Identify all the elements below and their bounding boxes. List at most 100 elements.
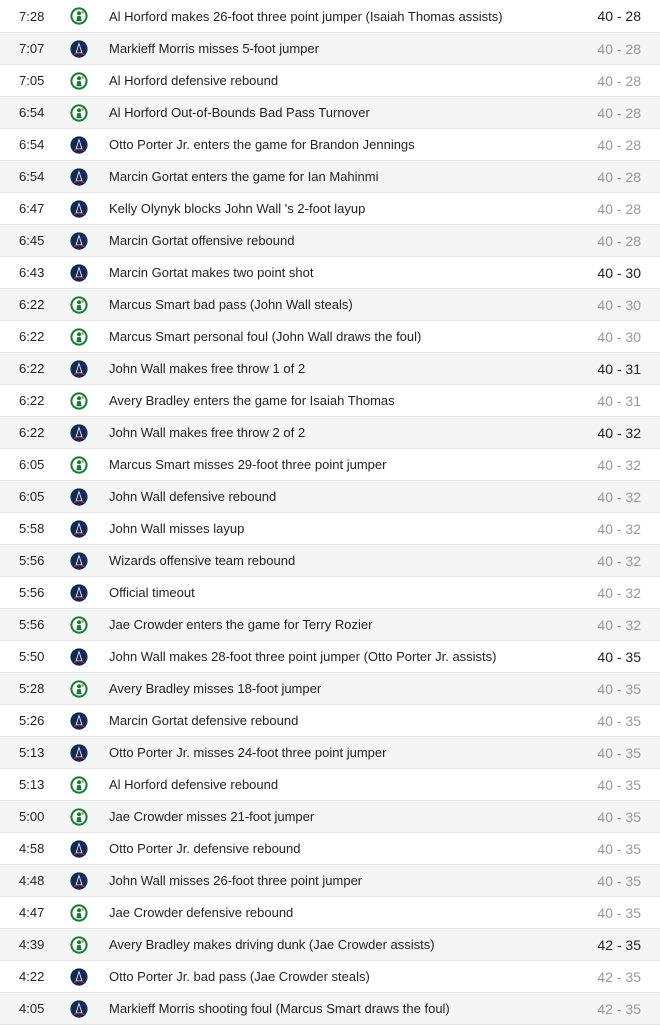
celtics-logo-icon — [70, 679, 88, 698]
wizards-logo-icon — [70, 743, 88, 762]
play-description: Markieff Morris misses 5-foot jumper — [109, 41, 319, 56]
play-row: 5:56 Official timeout 40 - 32 — [0, 577, 660, 609]
play-description: Otto Porter Jr. misses 24-foot three poi… — [109, 745, 387, 760]
play-score: 42 - 35 — [597, 936, 641, 953]
play-description: Otto Porter Jr. defensive rebound — [109, 841, 301, 856]
play-row: 5:26 Marcin Gortat defensive rebound 40 - … — [0, 705, 660, 737]
celtics-logo-icon — [70, 295, 88, 314]
play-description: Al Horford defensive rebound — [109, 73, 279, 88]
play-time: 5:56 — [19, 553, 45, 568]
wizards-logo-icon — [70, 583, 88, 602]
play-score: 40 - 32 — [597, 584, 641, 601]
play-description: Official timeout — [109, 585, 195, 600]
play-score: 40 - 32 — [597, 424, 641, 441]
play-description: John Wall makes free throw 2 of 2 — [109, 425, 306, 440]
play-time: 4:48 — [19, 873, 45, 888]
play-row: 7:05 Al Horford defensive rebound 40 - 28 — [0, 65, 660, 97]
wizards-logo-icon — [70, 263, 88, 282]
play-row: 5:00 Jae Crowder misses 21-foot jumper 40 … — [0, 801, 660, 833]
celtics-logo-icon — [70, 327, 88, 346]
play-description: John Wall misses layup — [109, 521, 245, 536]
play-time: 6:47 — [19, 201, 45, 216]
play-time: 6:54 — [19, 137, 45, 152]
play-score: 40 - 30 — [597, 264, 641, 281]
play-row: 5:50 John Wall makes 28-foot three point … — [0, 641, 660, 673]
play-description: Avery Bradley makes driving dunk (Jae Cr… — [109, 937, 435, 952]
play-description: Marcin Gortat makes two point shot — [109, 265, 314, 280]
play-row: 4:05 Markieff Morris shooting foul (Marcu… — [0, 993, 660, 1025]
play-score: 40 - 32 — [597, 456, 641, 473]
play-score: 40 - 32 — [597, 616, 641, 633]
wizards-logo-icon — [70, 839, 88, 858]
play-row: 5:56 Wizards offensive team rebound 40 - 3… — [0, 545, 660, 577]
play-time: 6:45 — [19, 233, 45, 248]
wizards-logo-icon — [70, 551, 88, 570]
wizards-logo-icon — [70, 999, 88, 1018]
play-score: 40 - 35 — [597, 712, 641, 729]
play-time: 7:05 — [19, 73, 45, 88]
play-row: 6:22 Avery Bradley enters the game for Is… — [0, 385, 660, 417]
play-score: 40 - 28 — [597, 168, 641, 185]
play-row: 6:22 John Wall makes free throw 1 of 2 40 … — [0, 353, 660, 385]
play-time: 5:58 — [19, 521, 45, 536]
play-time: 5:13 — [19, 777, 45, 792]
celtics-logo-icon — [70, 775, 88, 794]
play-row: 4:58 Otto Porter Jr. defensive rebound 40 … — [0, 833, 660, 865]
wizards-logo-icon — [70, 487, 88, 506]
play-time: 6:05 — [19, 457, 45, 472]
play-by-play-list: 7:28 Al Horford makes 26-foot three point… — [0, 0, 660, 1025]
play-score: 40 - 28 — [597, 136, 641, 153]
play-score: 40 - 28 — [597, 40, 641, 57]
play-description: John Wall misses 26-foot three point jum… — [109, 873, 363, 888]
play-time: 5:00 — [19, 809, 45, 824]
play-score: 40 - 35 — [597, 840, 641, 857]
wizards-logo-icon — [70, 167, 88, 186]
play-row: 7:28 Al Horford makes 26-foot three point… — [0, 0, 660, 33]
celtics-logo-icon — [70, 103, 88, 122]
wizards-logo-icon — [70, 423, 88, 442]
wizards-logo-icon — [70, 231, 88, 250]
play-row: 6:45 Marcin Gortat offensive rebound 40 - … — [0, 225, 660, 257]
play-description: John Wall makes free throw 1 of 2 — [109, 361, 306, 376]
play-score: 40 - 30 — [597, 328, 641, 345]
play-time: 4:39 — [19, 937, 45, 952]
play-description: Wizards offensive team rebound — [109, 553, 296, 568]
play-description: Kelly Olynyk blocks John Wall 's 2-foot … — [109, 201, 366, 216]
play-time: 4:22 — [19, 969, 45, 984]
play-time: 5:13 — [19, 745, 45, 760]
play-score: 40 - 28 — [597, 8, 641, 24]
play-score: 40 - 35 — [597, 808, 641, 825]
play-score: 40 - 28 — [597, 232, 641, 249]
play-time: 6:22 — [19, 361, 45, 376]
play-row: 6:43 Marcin Gortat makes two point shot 40… — [0, 257, 660, 289]
play-row: 5:56 Jae Crowder enters the game for Terr… — [0, 609, 660, 641]
play-row: 4:48 John Wall misses 26-foot three point… — [0, 865, 660, 897]
play-time: 6:22 — [19, 329, 45, 344]
play-description: Jae Crowder enters the game for Terry Ro… — [109, 617, 373, 632]
play-description: Avery Bradley misses 18-foot jumper — [109, 681, 322, 696]
play-score: 42 - 35 — [597, 968, 641, 985]
play-score: 40 - 31 — [597, 392, 641, 409]
play-row: 4:22 Otto Porter Jr. bad pass (Jae Crowde… — [0, 961, 660, 993]
wizards-logo-icon — [70, 519, 88, 538]
play-time: 6:22 — [19, 393, 45, 408]
wizards-logo-icon — [70, 199, 88, 218]
play-score: 40 - 35 — [597, 680, 641, 697]
play-score: 40 - 35 — [597, 904, 641, 921]
celtics-logo-icon — [70, 391, 88, 410]
wizards-logo-icon — [70, 967, 88, 986]
play-score: 40 - 32 — [597, 488, 641, 505]
play-description: John Wall makes 28-foot three point jump… — [109, 649, 497, 664]
play-description: Marcus Smart personal foul (John Wall dr… — [109, 329, 422, 344]
play-time: 4:05 — [19, 1001, 45, 1016]
wizards-logo-icon — [70, 871, 88, 890]
celtics-logo-icon — [70, 935, 88, 954]
play-time: 6:54 — [19, 105, 45, 120]
play-row: 7:07 Markieff Morris misses 5-foot jumper… — [0, 33, 660, 65]
play-time: 6:05 — [19, 489, 45, 504]
celtics-logo-icon — [70, 7, 88, 25]
play-row: 6:54 Al Horford Out-of-Bounds Bad Pass Tu… — [0, 97, 660, 129]
play-description: Marcin Gortat offensive rebound — [109, 233, 295, 248]
play-time: 4:47 — [19, 905, 45, 920]
play-row: 6:54 Marcin Gortat enters the game for Ia… — [0, 161, 660, 193]
